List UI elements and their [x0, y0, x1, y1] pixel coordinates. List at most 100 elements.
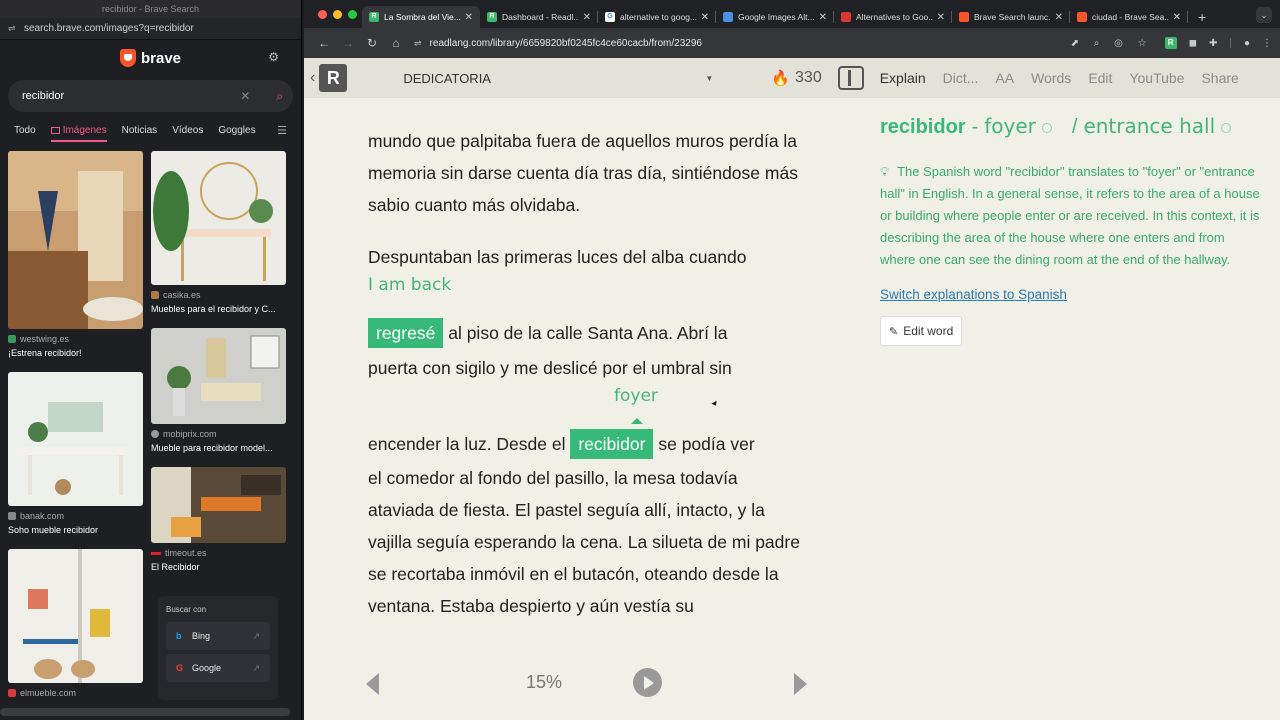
result-caption[interactable]: El Recibidor [151, 562, 286, 572]
puzzle-icon[interactable]: ✚ [1209, 38, 1217, 49]
next-page-icon[interactable] [794, 673, 807, 695]
menu-dict[interactable]: Dict... [943, 70, 979, 86]
result-source[interactable]: mobiprix.com [151, 429, 286, 439]
result-caption[interactable]: ¡Estrena recibidor! [8, 348, 143, 358]
address-text[interactable]: readlang.com/library/6659820bf0245fc4ce6… [430, 38, 1059, 49]
browser-tab[interactable]: Galternative to goog... ✕ [598, 6, 716, 28]
paragraph-3-rest[interactable]: el comedor al fondo del pasillo, la mesa… [368, 462, 808, 622]
close-tab-icon[interactable]: ✕ [465, 12, 473, 23]
forward-arrow-icon[interactable]: → [336, 36, 360, 50]
paragraph-2-line-3[interactable]: puerta con sigilo y me deslicé por el um… [368, 352, 808, 384]
brave-url-text[interactable]: search.brave.com/images?q=recibidor [24, 23, 194, 34]
result-image[interactable] [151, 151, 286, 285]
menu-explain[interactable]: Explain [880, 70, 926, 86]
readlang-extension-icon[interactable]: R [1164, 37, 1177, 49]
brave-search-input[interactable] [22, 90, 241, 102]
browser-tab[interactable]: Alternatives to Goo... ✕ [834, 6, 952, 28]
search-with-google[interactable]: G Google ↗ [166, 654, 270, 682]
browser-tab[interactable]: Brave Search launc... ✕ [952, 6, 1070, 28]
chapter-select[interactable]: DEDICATORIA ▼ [403, 71, 713, 86]
profile-avatar-icon[interactable]: ● [1244, 38, 1250, 49]
extension-icon[interactable]: ◼ [1189, 38, 1197, 49]
paragraph-2-line-2[interactable]: regresé al piso de la calle Santa Ana. A… [368, 317, 808, 349]
translation-option-2[interactable]: entrance hall [1083, 114, 1215, 138]
streak-counter[interactable]: 🔥 330 [771, 69, 821, 87]
chevron-left-icon[interactable]: ‹ [310, 69, 315, 87]
browser-tab[interactable]: R Dashboard - Readl... ✕ [480, 6, 598, 28]
result-source[interactable]: timeout.es [151, 548, 286, 558]
reload-icon[interactable]: ↻ [360, 36, 384, 50]
open-external-icon[interactable]: ⬈ [1071, 38, 1079, 49]
result-image[interactable] [8, 372, 143, 506]
paragraph-1[interactable]: mundo que palpitaba fuera de aquellos mu… [368, 125, 808, 221]
close-tab-icon[interactable]: ✕ [1055, 12, 1063, 23]
hide-eye-icon[interactable]: ◎ [1114, 38, 1123, 49]
remove-translation-icon[interactable] [1221, 123, 1232, 133]
close-window-button[interactable] [318, 10, 327, 19]
tab-goggles[interactable]: Goggles [218, 117, 255, 144]
result-source[interactable]: banak.com [8, 511, 143, 521]
close-tab-icon[interactable]: ✕ [819, 12, 827, 23]
back-arrow-icon[interactable]: ← [312, 36, 336, 50]
brave-logo[interactable]: brave [119, 49, 181, 67]
result-caption[interactable]: Muebles para el recibidor y C... [151, 304, 286, 314]
menu-youtube[interactable]: YouTube [1129, 70, 1184, 86]
translation-option-1[interactable]: foyer [984, 114, 1036, 138]
browser-tab[interactable]: ciudad - Brave Sea... ✕ [1070, 6, 1188, 28]
brave-search-box[interactable]: ✕ ⌕ [8, 80, 293, 112]
new-tab-button[interactable]: + [1188, 9, 1216, 28]
search-with-bing[interactable]: b Bing ↗ [166, 622, 270, 650]
highlighted-word-recibidor[interactable]: recibidor [570, 429, 654, 459]
switch-language-link[interactable]: Switch explanations to Spanish [880, 287, 1262, 302]
highlighted-word-regrese[interactable]: regresé [368, 318, 444, 348]
address-bar[interactable]: ⇌ readlang.com/library/6659820bf0245fc4c… [414, 32, 1147, 54]
kebab-menu-icon[interactable]: ⋮ [1262, 38, 1272, 49]
paragraph-3-line-1[interactable]: encender la luz. Desde el recibidor se p… [368, 428, 808, 460]
paragraph-2-line-1[interactable]: Despuntaban las primeras luces del alba … [368, 241, 808, 273]
result-image[interactable] [8, 151, 143, 329]
browser-tab[interactable]: R La Sombra del Vie... ✕ [362, 6, 480, 28]
browser-tab[interactable]: Google Images Alt... ✕ [716, 6, 834, 28]
filter-icon[interactable]: ☰ [277, 124, 287, 137]
tab-imagenes[interactable]: Imágenes [50, 117, 107, 144]
maximize-window-button[interactable] [348, 10, 357, 19]
previous-page-icon[interactable] [366, 673, 379, 695]
layout-toggle-icon[interactable] [837, 66, 864, 90]
result-source[interactable]: elmueble.com [8, 688, 143, 698]
readlang-logo[interactable]: R [319, 64, 348, 92]
tab-search-button[interactable]: ⌄ [1256, 7, 1272, 23]
horizontal-scrollbar[interactable] [0, 708, 290, 716]
result-source[interactable]: westwing.es [8, 334, 143, 344]
result-source[interactable]: casika.es [151, 290, 286, 300]
play-audio-icon[interactable] [633, 668, 662, 697]
close-tab-icon[interactable]: ✕ [583, 12, 591, 23]
minimize-window-button[interactable] [333, 10, 342, 19]
edit-word-button[interactable]: ✎ Edit word [880, 316, 963, 346]
search-icon[interactable]: ⌕ [276, 89, 283, 104]
brave-url-bar[interactable]: ⇌ search.brave.com/images?q=recibidor [0, 18, 301, 40]
gear-icon[interactable]: ⚙ [268, 50, 279, 64]
menu-font-size[interactable]: AA [995, 70, 1014, 86]
tab-todo[interactable]: Todo [14, 117, 36, 144]
result-caption[interactable]: Soho mueble recibidor [8, 525, 143, 535]
external-arrow-icon: ↗ [252, 662, 260, 673]
close-tab-icon[interactable]: ✕ [701, 12, 709, 23]
bookmark-star-icon[interactable]: ☆ [1138, 38, 1147, 49]
menu-edit[interactable]: Edit [1088, 70, 1112, 86]
home-icon[interactable]: ⌂ [384, 36, 408, 50]
menu-words[interactable]: Words [1031, 70, 1071, 86]
clear-icon[interactable]: ✕ [240, 89, 250, 103]
close-tab-icon[interactable]: ✕ [1173, 12, 1181, 23]
remove-translation-icon[interactable] [1041, 123, 1052, 133]
close-tab-icon[interactable]: ✕ [937, 12, 945, 23]
site-info-icon[interactable]: ⇌ [414, 38, 422, 49]
tab-videos[interactable]: Vídeos [172, 117, 203, 144]
menu-share[interactable]: Share [1201, 70, 1238, 86]
tune-icon[interactable]: ⇌ [8, 23, 18, 34]
tab-noticias[interactable]: Noticias [122, 117, 158, 144]
result-caption[interactable]: Mueble para recibidor model... [151, 443, 286, 453]
result-image[interactable] [151, 328, 286, 424]
result-image[interactable] [151, 467, 286, 543]
result-image[interactable] [8, 549, 143, 683]
zoom-icon[interactable]: ⌕ [1094, 38, 1100, 49]
